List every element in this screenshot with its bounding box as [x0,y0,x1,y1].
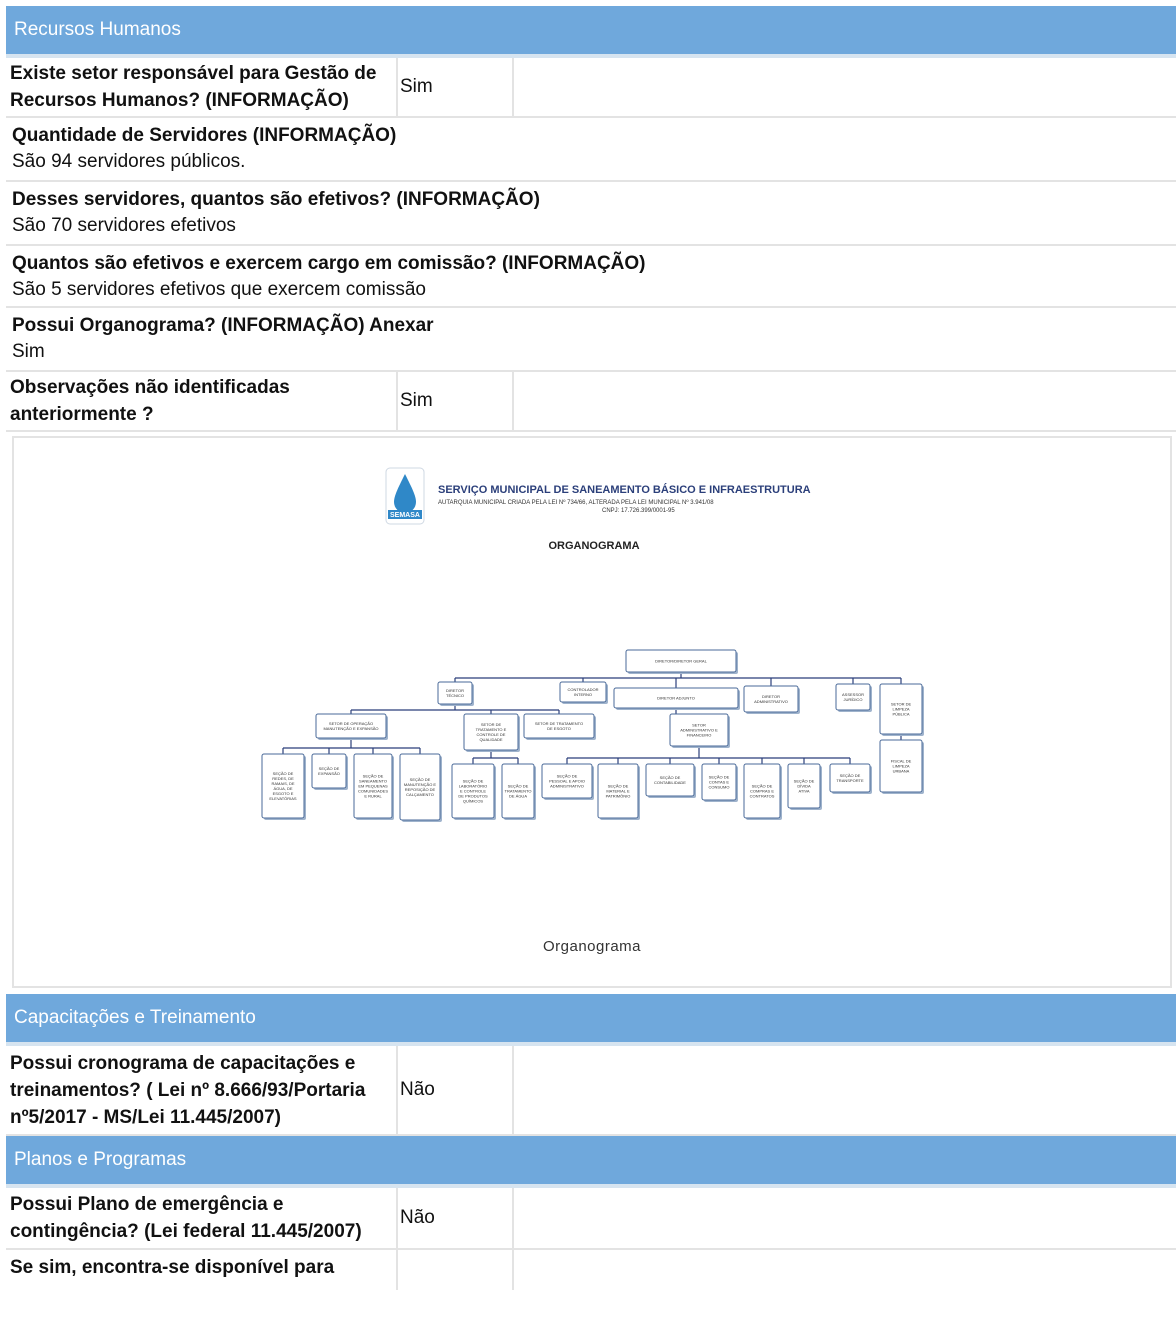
org-node-label: SETOR DE LIMPEZA PÚBLICA [891,702,912,717]
answer-value: São 5 servidores efetivos que exercem co… [12,279,426,300]
answer-value: Não [398,1046,514,1134]
image-caption: Organograma [542,938,642,955]
organograma-image: SEMASA SERVIÇO MUNICIPAL DE SANEAMENTO B… [12,436,1172,988]
section-title: Planos e Programas [14,1149,187,1170]
question-row-observacoes: Observações não identificadas anteriorme… [6,372,1176,432]
org-node-label: SEÇÃO DE TRANSPORTE [836,773,864,783]
org-node-label: DIRETOR TÉCNICO [446,688,464,698]
question-block-quantidade-servidores: Quantidade de Servidores (INFORMAÇÃO) Sã… [6,118,1176,182]
question-block-efetivos: Desses servidores, quantos são efetivos?… [6,182,1176,246]
org-node-label: DIRETOR/DIRETOR GERAL [655,659,707,664]
answer-value: Não [398,1188,514,1248]
org-node-setor-adm-fin: SETOR ADMINISTRATIVO E FINANCEIRO [669,713,730,748]
question-label: Se sim, encontra-se disponível para [6,1250,398,1290]
logo-text: SEMASA [390,512,420,519]
question-label: Possui cronograma de capacitações e trei… [6,1046,398,1134]
org-node-label: SEÇÃO DE MATERIAL E PATRIMÔNIO [606,784,631,799]
org-node-diretor-adm: DIRETOR ADMINISTRATIVO [743,685,800,714]
answer-value: Sim [12,341,45,362]
org-node-controlador: CONTROLADOR INTERNO [559,681,608,704]
org-doc-title: ORGANOGRAMA [548,540,639,552]
org-node-setor-tratamento-esgoto: SETOR DE TRATAMENTO DE ESGOTO [523,713,596,740]
org-node-s-laboratorio: SEÇÃO DE LABORATÓRIO E CONTROLE DE PRODUTOS… [451,763,496,820]
org-node-s-calcamento: SEÇÃO DE MANUTENÇÃO E REPOSIÇÃO DE CALÇAMEN… [399,753,442,822]
org-node-label: ASSESSOR JURÍDICO [842,692,864,702]
answer-value: Sim [398,58,514,116]
org-node-setor-tratamento-agua: SETOR DE TRATAMENTO E CONTROLE DE QUALIDADE [463,713,520,752]
question-row-cronograma: Possui cronograma de capacitações e trei… [6,1046,1176,1136]
question-label: Possui Plano de emergência e contingênci… [6,1188,398,1248]
org-node-s-compras: SEÇÃO DE COMPRAS E CONTRATOS [743,763,782,820]
org-node-s-transporte: SEÇÃO DE TRANSPORTE [829,763,872,794]
section-header-recursos-humanos: Recursos Humanos [6,6,1176,58]
org-node-s-expansao: SEÇÃO DE EXPANSÃO [311,753,348,790]
org-node-label: FISCAL DE LIMPEZA URBANA [891,759,912,774]
report-page: Recursos Humanos Existe setor responsáve… [6,6,1176,1290]
question-label: Quantos são efetivos e exercem cargo em … [12,253,646,274]
org-node-label: SEÇÃO DE CONTAS E CONSUMO [709,775,730,790]
org-node-label: SETOR DE OPERAÇÃO MANUTENÇÃO E EXPANSÃO [323,721,378,731]
org-node-label: DIRETOR ADJUNTO [657,696,695,701]
question-row-plano-emergencia: Possui Plano de emergência e contingênci… [6,1188,1176,1250]
org-node-s-saneamento: SEÇÃO DE SANEAMENTO EM PEQUENAS COMUNIDADES… [353,753,394,820]
org-node-label: SEÇÃO DE EXPANSÃO [318,766,340,776]
org-header-sub1: AUTARQUIA MUNICIPAL CRIADA PELA LEI Nº 7… [438,499,714,506]
org-header-sub2: CNPJ: 17.726.399/0001-95 [602,508,675,514]
question-label: Desses servidores, quantos são efetivos?… [12,189,540,210]
semasa-logo: SEMASA [385,467,425,525]
org-node-diretor-tecnico: DIRETOR TÉCNICO [437,681,474,706]
org-node-s-pessoal: SEÇÃO DE PESSOAL E APOIO ADMINISTRATIVO [541,763,594,800]
question-row-disponivel: Se sim, encontra-se disponível para [6,1250,1176,1290]
organograma-chart: SEMASA SERVIÇO MUNICIPAL DE SANEAMENTO B… [261,467,924,822]
org-node-s-material: SEÇÃO DE MATERIAL E PATRIMÔNIO [597,763,640,820]
org-node-s-contas: SEÇÃO DE CONTAS E CONSUMO [701,763,738,802]
org-node-s-contab: SEÇÃO DE CONTABILIDADE [645,763,696,798]
org-node-label: SEÇÃO DE COMPRAS E CONTRATOS [750,784,775,799]
org-header-title: SERVIÇO MUNICIPAL DE SANEAMENTO BÁSICO E… [438,483,811,496]
answer-value: Sim [398,372,514,430]
question-block-comissao: Quantos são efetivos e exercem cargo em … [6,246,1176,308]
question-row-setor-rh: Existe setor responsável para Gestão de … [6,58,1176,118]
section-header-capacitacoes: Capacitações e Treinamento [6,994,1176,1046]
question-label: Observações não identificadas anteriorme… [6,372,398,430]
org-node-s-divida: SEÇÃO DE DÍVIDA ATIVA [787,763,822,810]
answer-value: São 70 servidores efetivos [12,215,236,236]
org-node-diretor-geral: DIRETOR/DIRETOR GERAL [625,649,738,674]
answer-value: São 94 servidores públicos. [12,151,246,172]
org-node-s-redes: SEÇÃO DE REDES, DE RAMAIS, DE ÁGUA, DE ESGOT… [261,753,306,820]
question-label: Quantidade de Servidores (INFORMAÇÃO) [12,125,397,146]
question-block-organograma: Possui Organograma? (INFORMAÇÃO) Anexar … [6,308,1176,372]
org-node-s-trat-agua: SEÇÃO DE TRATAMENTO DE ÁGUA [501,763,536,820]
org-node-diretor-adjunto: DIRETOR ADJUNTO [613,687,740,710]
org-node-setor-operacao: SETOR DE OPERAÇÃO MANUTENÇÃO E EXPANSÃO [315,713,388,740]
section-title: Capacitações e Treinamento [14,1007,256,1028]
org-node-assessor: ASSESSOR JURÍDICO [835,683,872,712]
org-node-fiscal-limpeza: FISCAL DE LIMPEZA URBANA [879,739,924,794]
question-label: Existe setor responsável para Gestão de … [6,58,398,116]
question-label: Possui Organograma? (INFORMAÇÃO) Anexar [12,315,434,336]
section-header-planos: Planos e Programas [6,1136,1176,1188]
org-node-setor-limpeza: SETOR DE LIMPEZA PÚBLICA [879,683,924,736]
answer-value [398,1250,514,1290]
section-title: Recursos Humanos [14,19,181,40]
